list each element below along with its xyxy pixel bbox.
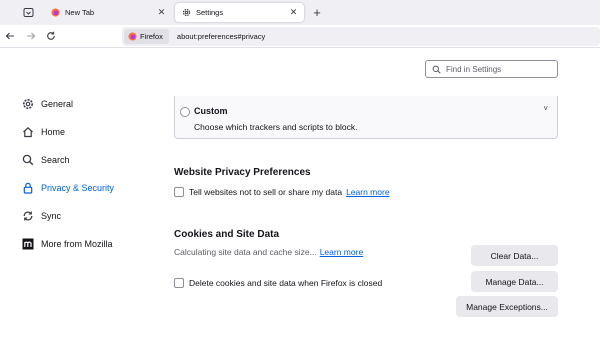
identity-label: Firefox bbox=[140, 32, 163, 41]
search-placeholder: Find in Settings bbox=[446, 64, 502, 74]
tab-label: New Tab bbox=[65, 8, 95, 17]
firefox-icon bbox=[51, 8, 60, 17]
chevron-down-icon[interactable]: ˅ bbox=[543, 104, 548, 113]
search-icon bbox=[22, 154, 34, 166]
search-icon bbox=[432, 65, 441, 74]
cookies-heading: Cookies and Site Data bbox=[174, 229, 280, 240]
tracking-custom-option[interactable]: Custom Choose which trackers and scripts… bbox=[174, 96, 558, 139]
custom-description: Choose which trackers and scripts to blo… bbox=[194, 122, 358, 132]
site-data-size-row: Calculating site data and cache size... … bbox=[174, 247, 363, 257]
manage-exceptions-button[interactable]: Manage Exceptions... bbox=[456, 296, 558, 317]
sidebar-item-label: Privacy & Security bbox=[41, 183, 115, 193]
sidebar-item-label: General bbox=[41, 99, 74, 109]
sidebar-item-privacy[interactable]: Privacy & Security bbox=[22, 179, 114, 197]
delete-cookies-row: Delete cookies and site data when Firefo… bbox=[174, 278, 382, 288]
sidebar-item-label: More from Mozilla bbox=[41, 239, 113, 249]
learn-more-link[interactable]: Learn more bbox=[346, 187, 389, 197]
tab-settings[interactable]: Settings ✕ bbox=[175, 3, 304, 22]
dnt-checkbox[interactable] bbox=[174, 187, 184, 197]
website-privacy-heading: Website Privacy Preferences bbox=[174, 167, 311, 178]
home-icon bbox=[22, 126, 34, 138]
sidebar-item-general[interactable]: General bbox=[22, 95, 73, 113]
sidebar-item-more-from-mozilla[interactable]: More from Mozilla bbox=[22, 235, 113, 253]
sidebar-item-sync[interactable]: Sync bbox=[22, 207, 61, 225]
tab-strip: New Tab ✕ Settings ✕ + bbox=[0, 0, 600, 25]
tab-label: Settings bbox=[196, 8, 224, 17]
sync-icon bbox=[22, 210, 34, 222]
new-tab-plus-icon[interactable]: + bbox=[310, 5, 324, 20]
close-icon[interactable]: ✕ bbox=[156, 7, 167, 18]
dnt-row: Tell websites not to sell or share my da… bbox=[174, 187, 390, 197]
delete-cookies-checkbox[interactable] bbox=[174, 278, 184, 288]
sidebar-item-label: Sync bbox=[41, 211, 62, 221]
delete-cookies-label[interactable]: Delete cookies and site data when Firefo… bbox=[189, 278, 382, 288]
reload-icon[interactable] bbox=[45, 30, 57, 42]
custom-radio[interactable] bbox=[180, 107, 190, 117]
lock-icon bbox=[22, 182, 34, 194]
site-data-calc-text: Calculating site data and cache size... bbox=[174, 247, 317, 257]
gear-icon bbox=[22, 98, 34, 110]
manage-data-button[interactable]: Manage Data... bbox=[471, 271, 558, 292]
learn-more-link[interactable]: Learn more bbox=[320, 247, 363, 257]
settings-search-input[interactable]: Find in Settings bbox=[425, 60, 558, 78]
sidebar-item-home[interactable]: Home bbox=[22, 123, 65, 141]
custom-title: Custom bbox=[194, 106, 228, 116]
sidebar-item-label: Search bbox=[41, 155, 70, 165]
gear-icon bbox=[182, 8, 191, 17]
back-arrow-icon[interactable] bbox=[4, 30, 16, 42]
mozilla-icon bbox=[22, 238, 34, 250]
forward-arrow-icon[interactable] bbox=[25, 30, 37, 42]
tab-list-icon[interactable] bbox=[22, 6, 35, 19]
identity-box[interactable]: Firefox bbox=[124, 29, 169, 44]
dnt-label[interactable]: Tell websites not to sell or share my da… bbox=[189, 187, 342, 197]
sidebar-item-search[interactable]: Search bbox=[22, 151, 70, 169]
close-icon[interactable]: ✕ bbox=[288, 7, 299, 18]
tab-new-tab[interactable]: New Tab ✕ bbox=[44, 3, 172, 22]
url-text[interactable]: about:preferences#privacy bbox=[177, 32, 265, 41]
sidebar-item-label: Home bbox=[41, 127, 66, 137]
clear-data-button[interactable]: Clear Data... bbox=[471, 245, 558, 266]
firefox-icon bbox=[128, 32, 137, 41]
url-bar[interactable]: Firefox about:preferences#privacy bbox=[122, 27, 600, 46]
